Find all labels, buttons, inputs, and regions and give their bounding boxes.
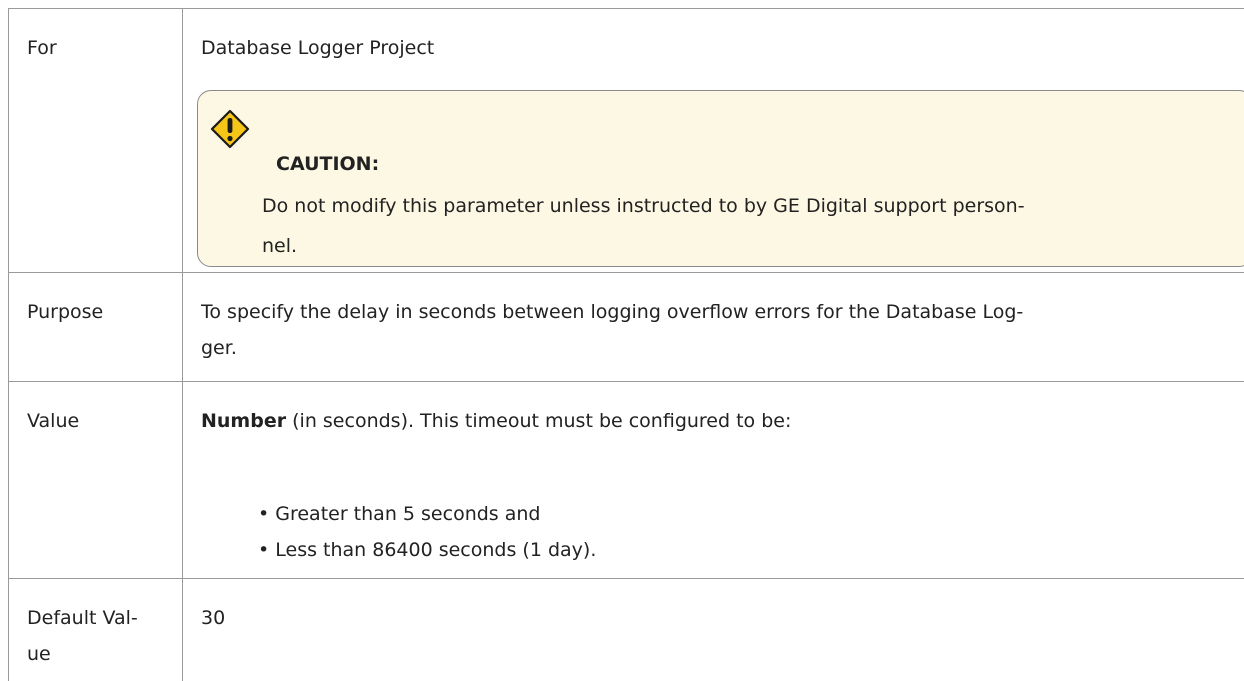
label-default: Default Val- ue (9, 579, 183, 681)
value-type-description: (in seconds). This timeout must be confi… (286, 410, 792, 432)
table-row-for: For Database Logger Project CAUTION: Do … (9, 9, 1244, 273)
caution-line: nel. (262, 235, 298, 257)
table-row-default: Default Val- ue 30 (9, 579, 1244, 681)
caution-line: Do not modify this parameter unless inst… (262, 195, 1025, 217)
parameter-table: For Database Logger Project CAUTION: Do … (8, 8, 1244, 681)
label-value: Value (9, 382, 183, 578)
value-value: Number (in seconds). This timeout must b… (183, 382, 1244, 578)
value-default-cell: 30 (183, 579, 1244, 681)
caution-title: CAUTION: (276, 153, 380, 175)
value-description: Number (in seconds). This timeout must b… (201, 403, 1229, 439)
label-for: For (9, 9, 183, 272)
caution-text: Do not modify this parameter unless inst… (262, 186, 1025, 266)
label-default-line: ue (27, 643, 51, 665)
warning-diamond-icon (210, 109, 250, 149)
value-constraints-list: • Greater than 5 seconds and • Less than… (258, 496, 596, 568)
label-default-line: Default Val- (27, 607, 138, 629)
list-item: • Greater than 5 seconds and (258, 503, 541, 525)
purpose-line: ger. (201, 337, 237, 359)
value-purpose: To specify the delay in seconds between … (183, 273, 1244, 381)
list-item: • Less than 86400 seconds (1 day). (258, 539, 597, 561)
label-purpose: Purpose (9, 273, 183, 381)
value-default: 30 (201, 607, 226, 629)
value-type: Number (201, 410, 287, 432)
caution-container: CAUTION: Do not modify this parameter un… (183, 9, 1244, 273)
caution-box: CAUTION: Do not modify this parameter un… (197, 90, 1244, 267)
table-row-purpose: Purpose To specify the delay in seconds … (9, 273, 1244, 382)
table-row-value: Value Number (in seconds). This timeout … (9, 382, 1244, 579)
purpose-line: To specify the delay in seconds between … (201, 301, 1024, 323)
